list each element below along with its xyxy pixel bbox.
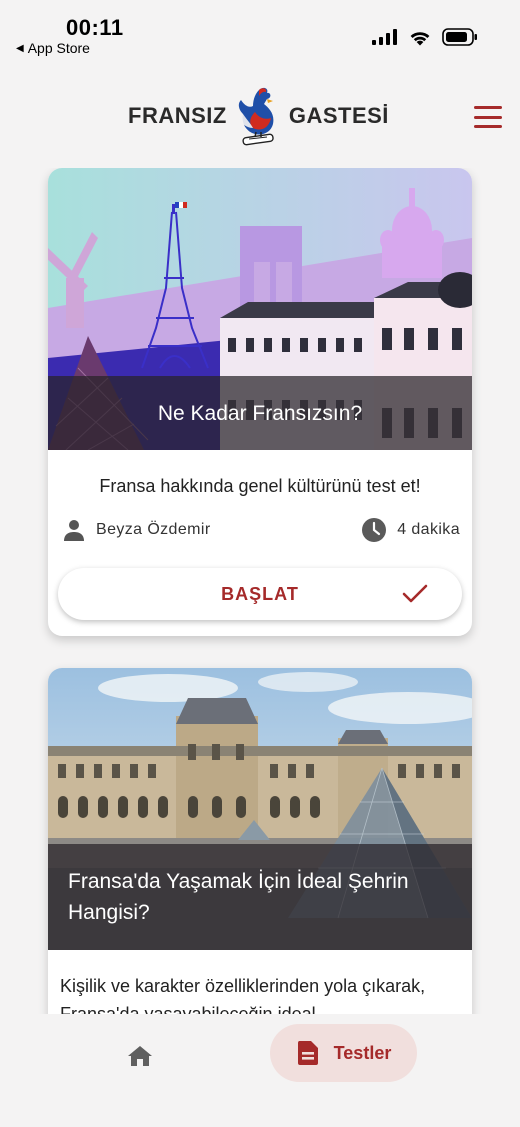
logo-word-left: FRANSIZ — [128, 103, 227, 128]
document-icon — [297, 1041, 318, 1065]
quiz-list[interactable]: Ne Kadar Fransızsın? Fransa hakkında gen… — [0, 168, 520, 1014]
quiz-duration: 4 dakika — [361, 517, 460, 543]
person-icon — [64, 520, 84, 541]
back-app-label: App Store — [27, 40, 90, 56]
status-time: 00:11 — [66, 15, 124, 40]
app-header: FRANSIZ GASTESİ — [0, 78, 520, 158]
quiz-hero-image: Ne Kadar Fransızsın? — [48, 168, 472, 450]
wifi-icon — [410, 31, 430, 45]
quiz-description: Fransa hakkında genel kültürünü test et! — [99, 476, 421, 496]
status-icons — [372, 28, 478, 46]
back-to-app-store[interactable]: ◀ App Store — [16, 40, 90, 56]
clock-icon — [362, 518, 387, 542]
quiz-author: Beyza Özdemir — [62, 518, 211, 542]
nav-tests-tab[interactable]: Testler — [270, 1024, 417, 1082]
quiz-duration-text: 4 dakika — [397, 521, 460, 538]
nav-tests-label: Testler — [333, 1042, 392, 1063]
nav-home-button[interactable] — [122, 1040, 158, 1072]
check-icon — [402, 584, 428, 603]
quiz-card[interactable]: Fransa'da Yaşamak İçin İdeal Şehrin Hang… — [48, 668, 472, 1014]
logo-word-right: GASTESİ — [288, 103, 389, 128]
quiz-meta: Beyza Özdemir 4 dakika — [48, 517, 472, 543]
rooster-logo-icon — [238, 87, 274, 146]
quiz-description: Kişilik ve karakter özelliklerinden yola… — [60, 976, 426, 1014]
hero-title-overlay: Ne Kadar Fransızsın? — [48, 376, 472, 450]
start-button[interactable]: BAŞLAT — [58, 568, 462, 620]
quiz-hero-image: Fransa'da Yaşamak İçin İdeal Şehrin Hang… — [48, 668, 472, 950]
quiz-title: Ne Kadar Fransızsın? — [157, 401, 363, 425]
hero-title-overlay: Fransa'da Yaşamak İçin İdeal Şehrin Hang… — [48, 844, 472, 950]
hamburger-menu-icon[interactable] — [474, 106, 502, 128]
battery-icon — [442, 28, 477, 46]
status-bar: 00:11 ◀ App Store — [0, 0, 520, 64]
bottom-navigation: Testler — [0, 1014, 520, 1127]
cellular-signal-icon — [372, 29, 397, 45]
start-button-label: BAŞLAT — [221, 583, 299, 604]
home-icon — [128, 1046, 152, 1066]
app-logo[interactable]: FRANSIZ GASTESİ — [128, 84, 389, 148]
quiz-card[interactable]: Ne Kadar Fransızsın? Fransa hakkında gen… — [48, 168, 472, 636]
back-arrow-icon: ◀ — [16, 42, 24, 54]
quiz-title: Fransa'da Yaşamak İçin İdeal Şehrin Hang… — [68, 870, 409, 924]
quiz-author-name: Beyza Özdemir — [96, 521, 211, 538]
